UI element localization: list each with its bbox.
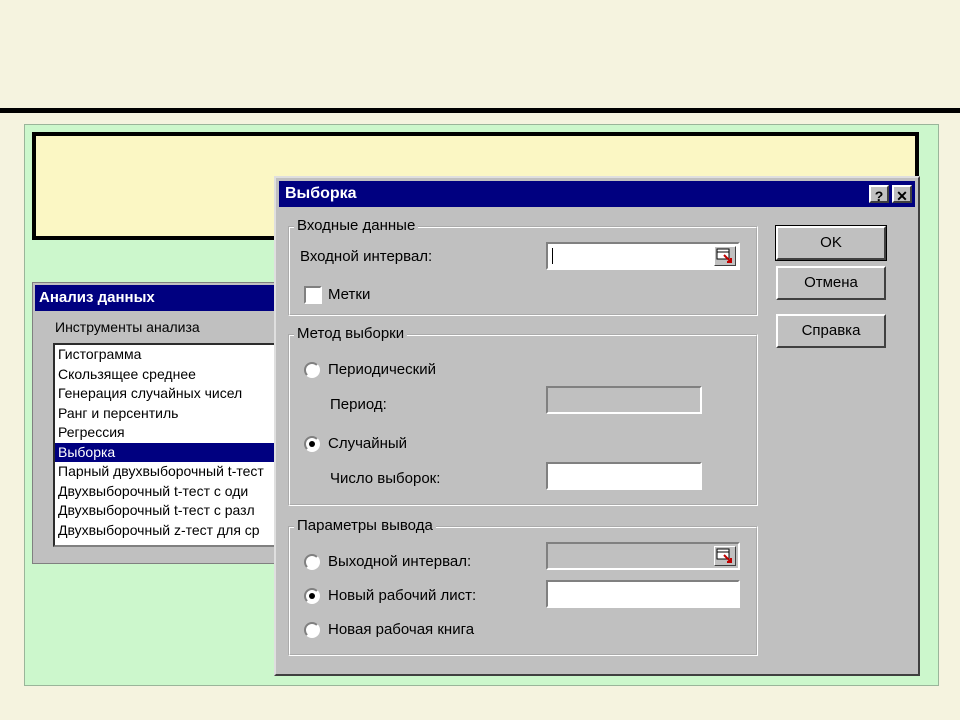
list-item[interactable]: Двухвыборочный z-тест для ср [55,521,295,541]
analysis-dialog-title[interactable]: Анализ данных [35,285,281,311]
new-book-radio[interactable] [304,622,320,638]
output-range-label: Выходной интервал: [328,553,472,570]
method-group: Метод выборки Периодический Период: Случ… [288,325,758,506]
input-range-label: Входной интервал: [300,248,433,265]
new-sheet-radio-dot [309,593,315,599]
list-item[interactable]: Регрессия [55,423,295,443]
top-rule [0,108,960,113]
new-sheet-radio[interactable] [304,588,320,604]
periodic-label: Периодический [328,361,436,378]
list-item[interactable]: Двухвыборочный t-тест с оди [55,482,295,502]
output-group-label: Параметры вывода [294,517,436,534]
period-label: Период: [330,396,387,413]
help-icon[interactable]: ? [869,185,889,204]
output-range-select-icon[interactable] [714,546,736,566]
list-item[interactable]: Парный двухвыборочный t-тест [55,462,295,482]
labels-checkbox[interactable] [304,286,322,304]
list-item[interactable]: Ранг и персентиль [55,404,295,424]
help-button[interactable]: Справка [776,314,886,348]
close-icon[interactable]: ✕ [892,185,912,204]
new-sheet-field[interactable] [546,580,740,608]
ok-button[interactable]: OK [775,225,887,261]
sampling-dialog: Выборка ? ✕ Входные данные Входной интер… [274,176,920,676]
tools-label: Инструменты анализа [55,319,200,335]
title-bar[interactable]: Выборка ? ✕ [279,181,915,207]
input-group: Входные данные Входной интервал: Метки [288,217,758,316]
new-sheet-label: Новый рабочий лист: [328,587,477,604]
output-range-radio[interactable] [304,554,320,570]
output-range-field[interactable] [546,542,740,570]
random-radio-dot [309,441,315,447]
list-item[interactable]: Скользящее среднее [55,365,295,385]
new-book-label: Новая рабочая книга [328,621,475,638]
input-range-field[interactable] [546,242,740,270]
periodic-radio[interactable] [304,362,320,378]
list-item[interactable]: Выборка [55,442,295,462]
random-radio[interactable] [304,436,320,452]
cancel-button[interactable]: Отмена [776,266,886,300]
input-group-label: Входные данные [294,217,419,234]
list-item[interactable]: Двухвыборочный t-тест с разл [55,501,295,521]
output-group: Параметры вывода Выходной интервал: Новы… [288,517,758,656]
method-group-label: Метод выборки [294,325,408,342]
labels-checkbox-label: Метки [328,286,371,303]
analysis-dialog: Анализ данных Инструменты анализа Гистог… [32,282,297,564]
period-field[interactable] [546,386,702,414]
samples-label: Число выборок: [330,470,441,487]
random-label: Случайный [328,435,408,452]
text-caret [552,248,553,264]
list-item[interactable]: Генерация случайных чисел [55,384,295,404]
dialog-title: Выборка [285,185,357,202]
tools-list[interactable]: Гистограмма Скользящее среднее Генерация с… [53,343,297,547]
list-item[interactable]: Гистограмма [55,345,295,365]
range-select-icon[interactable] [714,246,736,266]
samples-field[interactable] [546,462,702,490]
